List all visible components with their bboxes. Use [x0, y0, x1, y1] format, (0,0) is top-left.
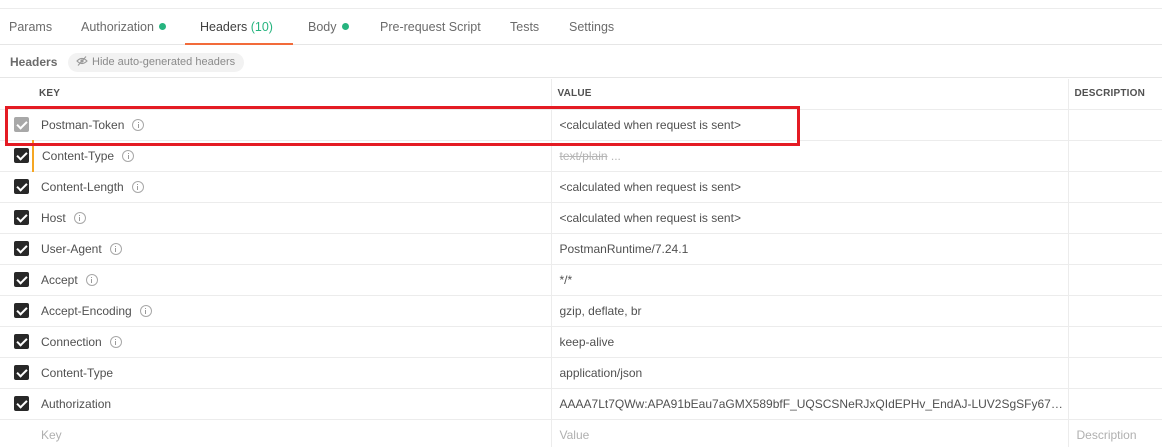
table-row: Accept-Encoding gzip, deflate, br: [0, 295, 1162, 327]
header-value[interactable]: application/json: [560, 366, 643, 380]
header-key[interactable]: Accept-Encoding: [41, 304, 132, 318]
row-checkbox[interactable]: [14, 179, 29, 194]
header-key[interactable]: User-Agent: [41, 242, 102, 256]
header-description[interactable]: [1068, 171, 1162, 203]
header-value[interactable]: */*: [560, 273, 573, 287]
row-checkbox[interactable]: [14, 241, 29, 256]
header-description[interactable]: [1068, 388, 1162, 420]
headers-table: KEY VALUE DESCRIPTION Postman-Token <cal…: [0, 79, 1162, 447]
row-checkbox[interactable]: [14, 148, 29, 163]
tab-params-label: Params: [9, 20, 53, 34]
row-checkbox[interactable]: [14, 210, 29, 225]
tab-settings-label: Settings: [569, 20, 615, 34]
header-description[interactable]: [1068, 140, 1162, 172]
tab-headers-label: Headers: [200, 20, 248, 34]
row-checkbox[interactable]: [14, 303, 29, 318]
info-icon[interactable]: [85, 273, 98, 286]
header-key[interactable]: Accept: [41, 273, 78, 287]
column-header-description: DESCRIPTION: [1068, 79, 1162, 110]
hide-auto-generated-headers-label: Hide auto-generated headers: [92, 56, 236, 68]
table-row: Connection keep-alive: [0, 326, 1162, 358]
header-value[interactable]: PostmanRuntime/7.24.1: [560, 242, 689, 256]
tab-tests-label: Tests: [510, 20, 540, 34]
header-value-ellipsis: ...: [610, 148, 621, 163]
info-icon[interactable]: [131, 180, 144, 193]
table-row: Content-Type application/json: [0, 357, 1162, 389]
tab-authorization[interactable]: Authorization: [81, 9, 166, 45]
header-description[interactable]: [1068, 326, 1162, 358]
tab-body[interactable]: Body: [308, 9, 349, 45]
table-row: User-Agent PostmanRuntime/7.24.1: [0, 233, 1162, 265]
header-key[interactable]: Host: [41, 211, 66, 225]
header-value[interactable]: <calculated when request is sent>: [560, 118, 741, 132]
active-tab-indicator: [185, 43, 293, 45]
tab-tests[interactable]: Tests: [510, 9, 539, 45]
tab-settings[interactable]: Settings: [569, 9, 614, 45]
table-row: Host <calculated when request is sent>: [0, 202, 1162, 234]
body-status-dot: [341, 23, 349, 30]
tab-body-label: Body: [308, 20, 337, 34]
header-value[interactable]: keep-alive: [560, 335, 615, 349]
header-checkbox-column: [0, 79, 33, 110]
header-description[interactable]: [1068, 233, 1162, 265]
header-value[interactable]: gzip, deflate, br: [560, 304, 642, 318]
hide-auto-generated-headers-button[interactable]: Hide auto-generated headers: [68, 53, 245, 72]
header-key[interactable]: Postman-Token: [41, 118, 124, 132]
new-key-input[interactable]: Key: [41, 428, 62, 442]
tab-params[interactable]: Params: [9, 9, 52, 45]
column-header-value: VALUE: [551, 79, 1069, 110]
header-value[interactable]: AAAA7Lt7QWw:APA91bEau7aGMX589bfF_UQSCSNe…: [560, 397, 1068, 411]
table-row: Content-Length <calculated when request …: [0, 171, 1162, 203]
new-header-row: Key Value Description: [0, 419, 1162, 447]
row-checkbox[interactable]: [14, 272, 29, 287]
info-icon[interactable]: [132, 118, 145, 131]
header-description[interactable]: [1068, 264, 1162, 296]
headers-subbar: Headers Hide auto-generated headers: [0, 46, 1162, 78]
info-icon[interactable]: [139, 304, 152, 317]
row-checkbox[interactable]: [14, 334, 29, 349]
header-description[interactable]: [1068, 357, 1162, 389]
new-value-input[interactable]: Value: [560, 428, 590, 442]
headers-section-title: Headers: [10, 55, 58, 69]
info-icon[interactable]: [122, 149, 135, 162]
table-row: Accept */*: [0, 264, 1162, 296]
header-key[interactable]: Connection: [41, 335, 102, 349]
row-checkbox[interactable]: [14, 365, 29, 380]
header-key[interactable]: Authorization: [41, 397, 111, 411]
header-description[interactable]: [1068, 202, 1162, 234]
request-tabs: Params Authorization Headers (10) Body P…: [0, 8, 1162, 45]
header-description[interactable]: [1068, 295, 1162, 327]
header-key[interactable]: Content-Type: [42, 149, 114, 163]
headers-count-badge: (10): [250, 20, 273, 34]
header-key[interactable]: Content-Length: [41, 180, 124, 194]
column-header-key: KEY: [33, 79, 552, 110]
tab-pre-request-script[interactable]: Pre-request Script: [380, 9, 481, 45]
info-icon[interactable]: [109, 242, 122, 255]
authorization-status-dot: [158, 23, 166, 30]
tab-authorization-label: Authorization: [81, 20, 154, 34]
table-header-row: KEY VALUE DESCRIPTION: [0, 79, 1162, 110]
new-description-input[interactable]: Description: [1077, 428, 1137, 442]
row-checkbox[interactable]: [14, 117, 29, 132]
tab-headers[interactable]: Headers (10): [200, 9, 273, 45]
table-row: Postman-Token <calculated when request i…: [0, 109, 1162, 141]
header-value-overridden[interactable]: text/plain: [560, 149, 608, 163]
header-value[interactable]: <calculated when request is sent>: [560, 180, 741, 194]
table-row: Content-Type text/plain ...: [0, 140, 1162, 172]
header-key[interactable]: Content-Type: [41, 366, 113, 380]
header-description[interactable]: [1068, 109, 1162, 141]
row-checkbox[interactable]: [14, 396, 29, 411]
eye-slash-icon: [76, 54, 88, 66]
tab-pre-request-label: Pre-request Script: [380, 20, 481, 34]
header-value[interactable]: <calculated when request is sent>: [560, 211, 741, 225]
table-row: Authorization AAAA7Lt7QWw:APA91bEau7aGMX…: [0, 388, 1162, 420]
info-icon[interactable]: [73, 211, 86, 224]
info-icon[interactable]: [109, 335, 122, 348]
